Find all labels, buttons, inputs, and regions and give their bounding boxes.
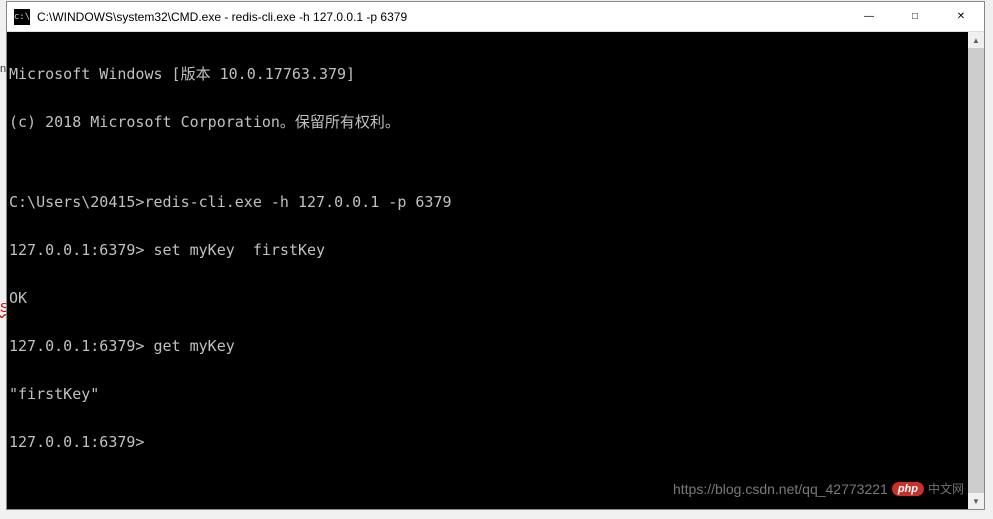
scrollbar-thumb[interactable] — [968, 48, 984, 493]
vertical-scrollbar[interactable]: ▲ ▼ — [968, 32, 984, 509]
window-title: C:\WINDOWS\system32\CMD.exe - redis-cli.… — [37, 10, 846, 24]
cmd-window: c:\ C:\WINDOWS\system32\CMD.exe - redis-… — [6, 1, 985, 510]
terminal-line: "firstKey" — [9, 386, 966, 402]
minimize-button[interactable]: — — [846, 2, 892, 31]
close-button[interactable]: ✕ — [938, 2, 984, 31]
window-controls: — □ ✕ — [846, 2, 984, 31]
terminal-content[interactable]: Microsoft Windows [版本 10.0.17763.379] (c… — [7, 32, 968, 509]
terminal-area: Microsoft Windows [版本 10.0.17763.379] (c… — [7, 32, 984, 509]
window-titlebar[interactable]: c:\ C:\WINDOWS\system32\CMD.exe - redis-… — [7, 2, 984, 32]
terminal-line: C:\Users\20415>redis-cli.exe -h 127.0.0.… — [9, 194, 966, 210]
scrollbar-up-arrow-icon[interactable]: ▲ — [968, 32, 984, 48]
terminal-line: OK — [9, 290, 966, 306]
scrollbar-down-arrow-icon[interactable]: ▼ — [968, 493, 984, 509]
terminal-line: 127.0.0.1:6379> — [9, 434, 966, 450]
maximize-button[interactable]: □ — [892, 2, 938, 31]
terminal-line: (c) 2018 Microsoft Corporation。保留所有权利。 — [9, 114, 966, 130]
terminal-line: 127.0.0.1:6379> set myKey firstKey — [9, 242, 966, 258]
cmd-icon: c:\ — [14, 9, 30, 25]
terminal-line: 127.0.0.1:6379> get myKey — [9, 338, 966, 354]
terminal-line: Microsoft Windows [版本 10.0.17763.379] — [9, 66, 966, 82]
